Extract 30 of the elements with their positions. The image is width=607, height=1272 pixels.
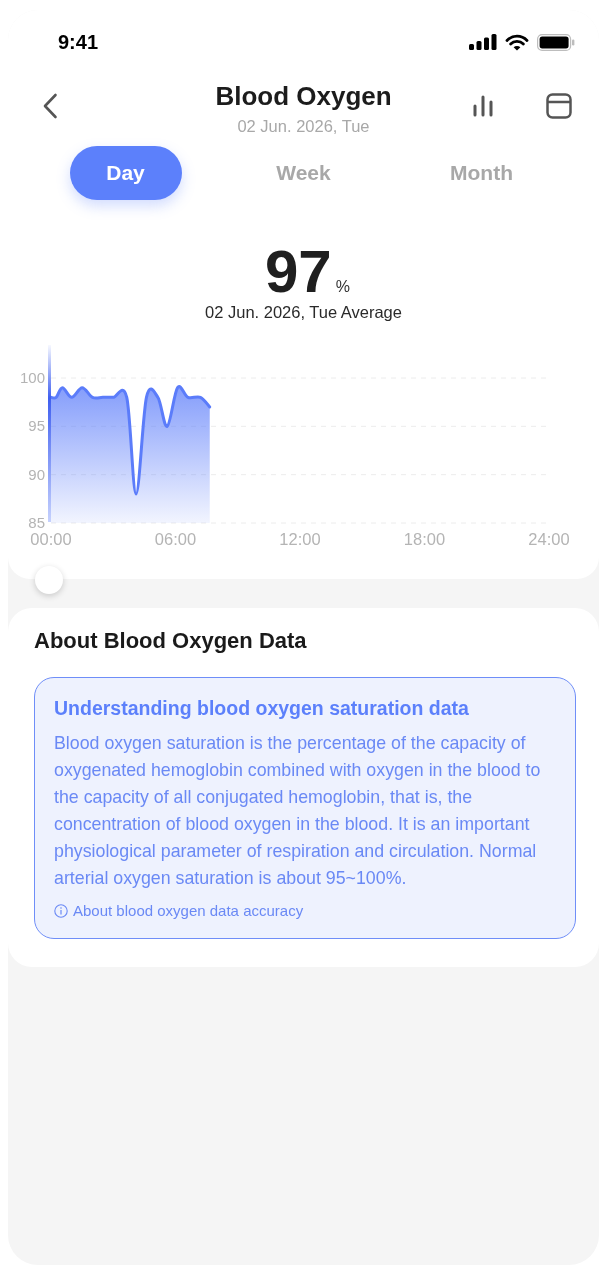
y-axis-label: 90 <box>28 465 45 483</box>
page-title: Blood Oxygen <box>215 80 392 111</box>
y-axis-label: 100 <box>19 369 45 386</box>
accuracy-link[interactable]: About blood oxygen data accuracy <box>54 902 304 920</box>
slider-thumb[interactable] <box>35 566 64 594</box>
average-caption: 02 Jun. 2026, Tue Average <box>205 303 402 322</box>
y-axis-label: 95 <box>28 417 45 435</box>
x-axis-label: 24:00 <box>528 530 570 548</box>
window-icon <box>546 93 572 119</box>
info-heading: Understanding blood oxygen saturation data <box>54 696 469 720</box>
section-title: About Blood Oxygen Data <box>34 628 307 653</box>
period-tab[interactable]: Month <box>425 146 538 200</box>
x-axis-label: 00:00 <box>30 530 72 548</box>
page-subtitle: 02 Jun. 2026, Tue <box>237 116 370 136</box>
info-icon <box>54 904 68 918</box>
unit-label: % <box>335 278 350 296</box>
x-axis-label: 06:00 <box>154 530 197 548</box>
signal-icon <box>469 34 497 50</box>
period-tab[interactable]: Day <box>69 146 182 200</box>
wifi-icon <box>505 33 529 51</box>
spo2-value: 97 <box>265 242 332 302</box>
bar-chart-icon <box>471 95 495 117</box>
battery-icon <box>537 33 575 51</box>
info-paragraph: Blood oxygen saturation is the percentage of the capacity of oxygenated hemoglobin combined with oxygen in the blood to the capacity of all conjugated hemoglobin, that is, the concentration of blood oxygen in the blood. It is an important physiological parameter of respiration and circulation. Normal arterial oxygen saturation is about 95~100%. <box>54 732 542 890</box>
period-tab[interactable]: Week <box>247 146 360 200</box>
y-axis-label: 85 <box>28 514 45 531</box>
x-axis-label: 12:00 <box>279 530 321 548</box>
status-time: 9:41 <box>58 30 99 54</box>
chevron-left-icon <box>42 93 58 119</box>
x-axis-label: 18:00 <box>403 530 446 548</box>
